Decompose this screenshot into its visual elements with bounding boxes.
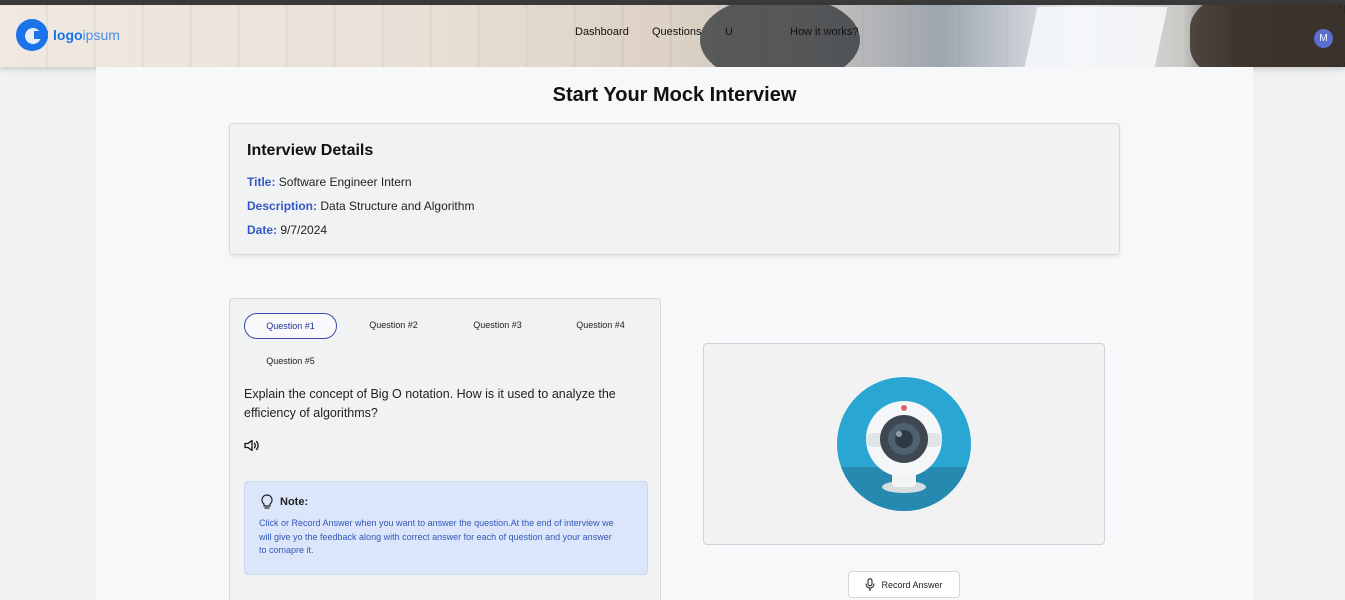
note-box: Note: Click or Record Answer when you wa…: [244, 481, 648, 575]
webcam-placeholder: [703, 343, 1105, 545]
tab-question-5[interactable]: Question #5: [244, 348, 337, 374]
record-answer-button[interactable]: Record Answer: [848, 571, 960, 598]
details-description-label: Description:: [247, 199, 318, 213]
tab-question-4[interactable]: Question #4: [554, 312, 647, 338]
tab-question-1[interactable]: Question #1: [244, 313, 337, 339]
nav-how-it-works[interactable]: How it works?: [790, 26, 858, 38]
avatar-initial: M: [1319, 33, 1328, 44]
webcam-icon: [837, 377, 971, 511]
header-photo-document: [1022, 7, 1168, 67]
nav-questions[interactable]: Questions: [652, 26, 702, 38]
question-text: Explain the concept of Big O notation. H…: [244, 387, 616, 420]
details-heading: Interview Details: [247, 142, 374, 159]
details-date-label: Date:: [247, 223, 278, 237]
tab-question-3[interactable]: Question #3: [451, 312, 544, 338]
logo[interactable]: logoipsum: [16, 19, 120, 51]
details-description-value: Data Structure and Algorithm: [320, 199, 475, 213]
nav-upgrade[interactable]: U: [725, 26, 733, 38]
logo-text: logoipsum: [53, 27, 120, 43]
note-title: Note:: [280, 496, 309, 508]
logo-text-light: ipsum: [82, 27, 120, 43]
avatar[interactable]: M: [1314, 29, 1333, 48]
speaker-icon[interactable]: [244, 439, 260, 457]
tab-question-2[interactable]: Question #2: [347, 312, 440, 338]
note-body: Click or Record Answer when you want to …: [259, 518, 614, 555]
microphone-icon: [865, 578, 876, 591]
logo-text-bold: logo: [53, 27, 83, 43]
details-title-value: Software Engineer Intern: [278, 175, 412, 189]
details-description-row: Description: Data Structure and Algorith…: [247, 199, 474, 213]
interview-details-card: Interview Details Title: Software Engine…: [229, 123, 1120, 255]
details-title-row: Title: Software Engineer Intern: [247, 175, 412, 189]
record-answer-label: Record Answer: [881, 579, 943, 590]
logo-icon: [16, 19, 48, 51]
details-date-value: 9/7/2024: [280, 223, 328, 237]
top-navbar: logoipsum Dashboard Questions U How it w…: [0, 5, 1345, 67]
lightbulb-icon: [260, 494, 274, 515]
page-title: Start Your Mock Interview: [552, 84, 797, 106]
details-date-row: Date: 9/7/2024: [247, 223, 327, 237]
details-title-label: Title:: [247, 175, 276, 189]
question-panel: Question #1 Question #2 Question #3 Ques…: [229, 298, 661, 600]
nav-dashboard[interactable]: Dashboard: [575, 26, 629, 38]
